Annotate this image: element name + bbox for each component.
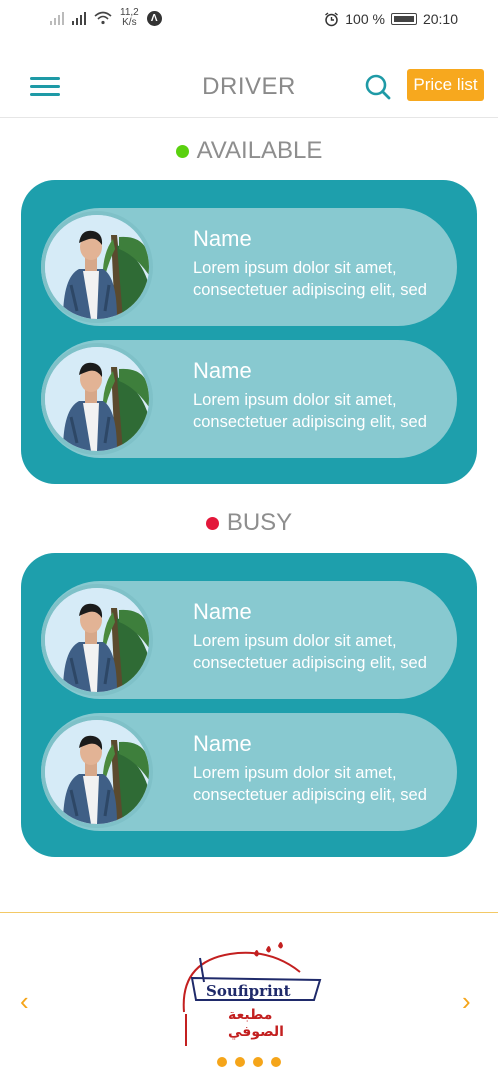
driver-avatar bbox=[41, 584, 153, 696]
busy-status-dot bbox=[205, 516, 219, 530]
driver-description: Lorem ipsum dolor sit amet, consectetuer… bbox=[193, 764, 427, 804]
search-icon[interactable] bbox=[364, 73, 392, 101]
alarm-icon bbox=[325, 11, 339, 26]
driver-description: Lorem ipsum dolor sit amet, consectetuer… bbox=[193, 632, 427, 672]
soufiprint-logo: Soufiprint مطبعة الصوفي bbox=[170, 942, 330, 1050]
busy-drivers-panel: Name Lorem ipsum dolor sit amet, consect… bbox=[21, 553, 477, 857]
logo-text-en: Soufiprint bbox=[206, 982, 291, 1000]
battery-percent: 100 % bbox=[345, 11, 385, 27]
status-bar: 11,2 K/s Λ 100 % 20:10 bbox=[0, 0, 498, 40]
signal-icon bbox=[72, 11, 86, 25]
busy-heading-label: BUSY bbox=[226, 509, 293, 536]
status-left: 11,2 K/s Λ bbox=[50, 8, 162, 28]
available-heading-label: AVAILABLE bbox=[196, 137, 323, 164]
carousel-next-button[interactable]: › bbox=[462, 988, 471, 1014]
driver-description: Lorem ipsum dolor sit amet, consectetuer… bbox=[193, 391, 427, 431]
driver-description: Lorem ipsum dolor sit amet, consectetuer… bbox=[193, 259, 427, 299]
driver-name: Name bbox=[193, 358, 252, 383]
wifi-icon bbox=[94, 11, 112, 25]
price-list-button[interactable]: Price list bbox=[407, 69, 484, 101]
driver-avatar bbox=[41, 211, 153, 323]
driver-card[interactable]: Name Lorem ipsum dolor sit amet, consect… bbox=[41, 340, 457, 458]
app-header: DRIVER Price list bbox=[0, 56, 498, 118]
driver-avatar bbox=[41, 716, 153, 828]
driver-avatar bbox=[41, 343, 153, 455]
network-speed-unit: K/s bbox=[122, 17, 137, 28]
pager-dot[interactable] bbox=[271, 1057, 281, 1067]
footer-divider bbox=[0, 912, 498, 913]
driver-card[interactable]: Name Lorem ipsum dolor sit amet, consect… bbox=[41, 713, 457, 831]
driver-name: Name bbox=[193, 731, 252, 756]
available-status-dot bbox=[175, 144, 189, 158]
notification-icon: Λ bbox=[146, 10, 162, 26]
pager-dot[interactable] bbox=[217, 1057, 227, 1067]
driver-card[interactable]: Name Lorem ipsum dolor sit amet, consect… bbox=[41, 208, 457, 326]
signal-icon bbox=[50, 11, 64, 25]
status-right: 100 % 20:10 bbox=[324, 11, 458, 27]
driver-name: Name bbox=[193, 599, 252, 624]
carousel-prev-button[interactable]: ‹ bbox=[20, 988, 29, 1014]
network-speed: 11,2 K/s bbox=[120, 8, 139, 28]
available-heading: AVAILABLE bbox=[0, 137, 498, 165]
driver-card[interactable]: Name Lorem ipsum dolor sit amet, consect… bbox=[41, 581, 457, 699]
carousel-pager bbox=[0, 1057, 498, 1067]
pager-dot[interactable] bbox=[235, 1057, 245, 1067]
driver-name: Name bbox=[193, 226, 252, 251]
clock: 20:10 bbox=[422, 11, 458, 27]
available-drivers-panel: Name Lorem ipsum dolor sit amet, consect… bbox=[21, 180, 477, 484]
battery-icon bbox=[390, 13, 417, 25]
pager-dot[interactable] bbox=[253, 1057, 263, 1067]
logo-text-ar: مطبعة الصوفي bbox=[228, 1006, 284, 1039]
busy-heading: BUSY bbox=[0, 509, 498, 537]
